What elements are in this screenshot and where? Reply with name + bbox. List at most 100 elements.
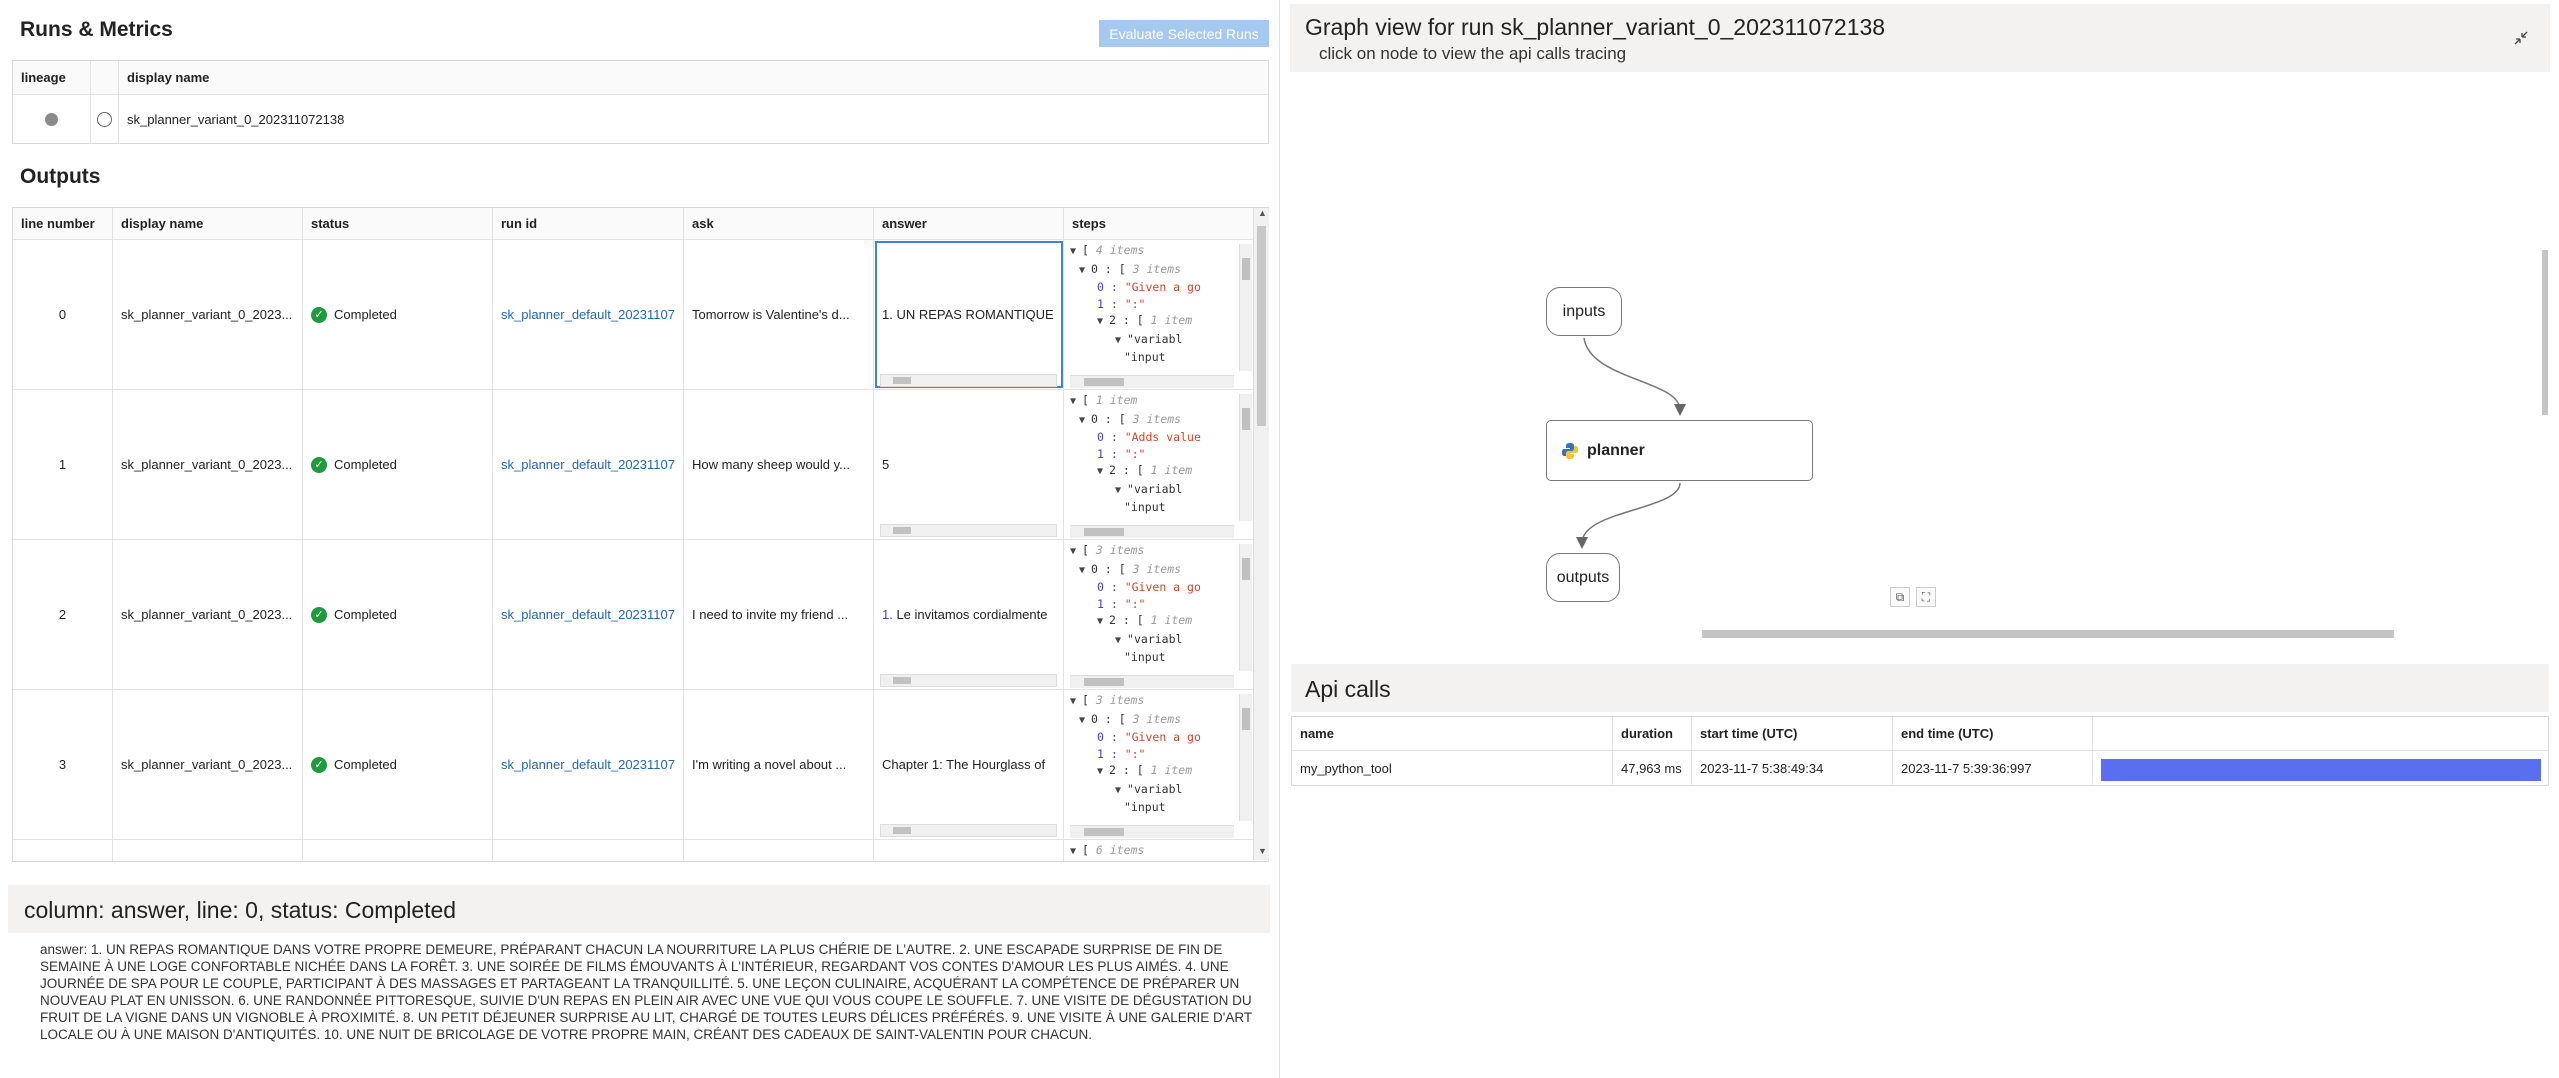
graph-node-planner[interactable]: planner (1546, 420, 1813, 481)
expand-caret-icon[interactable]: ▼ (1115, 485, 1127, 496)
expand-caret-icon[interactable]: ▼ (1115, 635, 1127, 646)
column-header-status[interactable]: status (303, 208, 493, 239)
table-row[interactable]: 3 sk_planner_variant_0_2023... ✓ Completed s… (13, 690, 1268, 840)
scrollbar-thumb[interactable] (1084, 378, 1124, 386)
scroll-up-icon[interactable]: ▲ (1258, 208, 1267, 218)
scrollbar-thumb[interactable] (1242, 408, 1250, 430)
ask-cell[interactable]: I'm writing a novel about ... (684, 690, 874, 839)
evaluate-selected-runs-button[interactable]: Evaluate Selected Runs (1099, 20, 1269, 47)
answer-horizontal-scrollbar[interactable] (880, 524, 1057, 537)
run-id-link[interactable] (493, 840, 684, 861)
column-header-answer[interactable]: answer (874, 208, 1064, 239)
run-id-link[interactable]: sk_planner_default_20231107 (493, 390, 684, 539)
steps-cell[interactable]: ▼ [ 1 item ▼ 0 : [ 3 items 0 : "Adds value… (1064, 390, 1254, 539)
column-header-duration[interactable]: duration (1613, 717, 1692, 750)
answer-cell[interactable] (874, 840, 1064, 861)
column-header-steps[interactable]: steps (1064, 208, 1254, 239)
ask-cell[interactable]: How many sheep would y... (684, 390, 874, 539)
scrollbar-thumb[interactable] (1084, 528, 1124, 536)
steps-horizontal-scrollbar[interactable] (1070, 525, 1234, 538)
run-id-text[interactable]: sk_planner_default_20231107 (501, 457, 675, 472)
expand-caret-icon[interactable]: ▼ (1115, 335, 1127, 346)
steps-horizontal-scrollbar[interactable] (1070, 825, 1234, 838)
scrollbar-thumb[interactable] (893, 377, 911, 384)
column-header-name[interactable]: name (1292, 717, 1613, 750)
column-header-ask[interactable]: ask (684, 208, 874, 239)
run-id-text[interactable]: sk_planner_default_20231107 (501, 607, 675, 622)
expand-caret-icon[interactable]: ▼ (1079, 565, 1091, 576)
expand-caret-icon[interactable]: ▼ (1115, 785, 1127, 796)
steps-vertical-scrollbar[interactable] (1239, 244, 1252, 371)
auto-layout-icon[interactable]: ⧉ (1890, 587, 1910, 607)
column-header-display-name[interactable]: display name (113, 208, 303, 239)
run-id-text[interactable]: sk_planner_default_20231107 (501, 757, 675, 772)
expand-caret-icon[interactable]: ▼ (1070, 396, 1082, 407)
table-row[interactable]: 2 sk_planner_variant_0_2023... ✓ Completed s… (13, 540, 1268, 690)
scroll-down-icon[interactable]: ▼ (1258, 846, 1267, 856)
column-header-start-time[interactable]: start time (UTC) (1692, 717, 1893, 750)
expand-caret-icon[interactable]: ▼ (1070, 846, 1082, 857)
steps-vertical-scrollbar[interactable] (1239, 694, 1252, 821)
scrollbar-thumb[interactable] (1242, 258, 1250, 280)
expand-caret-icon[interactable]: ▼ (1079, 415, 1091, 426)
column-header-line-number[interactable]: line number (13, 208, 113, 239)
collapse-icon[interactable] (2510, 27, 2532, 49)
steps-vertical-scrollbar[interactable] (1239, 394, 1252, 521)
column-header-end-time[interactable]: end time (UTC) (1893, 717, 2093, 750)
expand-caret-icon[interactable]: ▼ (1097, 766, 1109, 777)
steps-horizontal-scrollbar[interactable] (1070, 675, 1234, 688)
scrollbar-thumb[interactable] (893, 827, 911, 834)
answer-cell[interactable]: 1. UN REPAS ROMANTIQUE (874, 240, 1064, 389)
run-id-text[interactable]: sk_planner_default_20231107 (501, 307, 675, 322)
scrollbar-thumb[interactable] (1084, 828, 1124, 836)
scrollbar-thumb[interactable] (893, 527, 911, 534)
expand-caret-icon[interactable]: ▼ (1079, 265, 1091, 276)
column-header-run-id[interactable]: run id (493, 208, 684, 239)
table-row[interactable]: ▼ [ 6 items (13, 840, 1268, 861)
steps-json-viewer[interactable]: ▼ [ 3 items ▼ 0 : [ 3 items 0 : "Given a g… (1064, 690, 1236, 825)
graph-vertical-scrollbar[interactable] (2542, 250, 2548, 415)
answer-horizontal-scrollbar[interactable] (880, 824, 1057, 837)
run-id-link[interactable]: sk_planner_default_20231107 (493, 240, 684, 389)
run-select-radio[interactable] (97, 112, 112, 127)
steps-cell[interactable]: ▼ [ 3 items ▼ 0 : [ 3 items 0 : "Given a g… (1064, 540, 1254, 689)
run-id-link[interactable]: sk_planner_default_20231107 (493, 690, 684, 839)
answer-cell[interactable]: Chapter 1: The Hourglass of (874, 690, 1064, 839)
expand-caret-icon[interactable]: ▼ (1079, 715, 1091, 726)
expand-caret-icon[interactable]: ▼ (1070, 546, 1082, 557)
runs-table-row[interactable]: sk_planner_variant_0_202311072138 (13, 95, 1268, 144)
scrollbar-thumb[interactable] (1257, 226, 1266, 426)
scrollbar-thumb[interactable] (1084, 678, 1124, 686)
steps-cell[interactable]: ▼ [ 6 items (1064, 840, 1254, 861)
graph-horizontal-scrollbar[interactable] (1702, 630, 2394, 638)
steps-json-viewer[interactable]: ▼ [ 1 item ▼ 0 : [ 3 items 0 : "Adds value… (1064, 390, 1236, 525)
answer-horizontal-scrollbar[interactable] (880, 674, 1057, 687)
ask-cell[interactable]: I need to invite my friend ... (684, 540, 874, 689)
ask-cell[interactable] (684, 840, 874, 861)
steps-json-viewer[interactable]: ▼ [ 3 items ▼ 0 : [ 3 items 0 : "Given a g… (1064, 540, 1236, 675)
steps-horizontal-scrollbar[interactable] (1070, 375, 1234, 388)
expand-caret-icon[interactable]: ▼ (1097, 466, 1109, 477)
ask-cell[interactable]: Tomorrow is Valentine's d... (684, 240, 874, 389)
scrollbar-thumb[interactable] (1242, 708, 1250, 730)
graph-node-inputs[interactable]: inputs (1546, 287, 1622, 336)
column-header-display-name[interactable]: display name (119, 61, 1269, 94)
steps-json-viewer[interactable]: ▼ [ 6 items (1064, 840, 1236, 861)
answer-cell[interactable]: 5 (874, 390, 1064, 539)
steps-json-viewer[interactable]: ▼ [ 4 items ▼ 0 : [ 3 items 0 : "Given a g… (1064, 240, 1236, 375)
expand-caret-icon[interactable]: ▼ (1097, 616, 1109, 627)
table-row[interactable]: 0 sk_planner_variant_0_2023... ✓ Completed s… (13, 240, 1268, 390)
fit-view-icon[interactable]: ⛶ (1916, 587, 1936, 607)
api-call-row[interactable]: my_python_tool 47,963 ms 2023-11-7 5:38:… (1292, 751, 2548, 786)
graph-node-outputs[interactable]: outputs (1546, 553, 1620, 602)
run-id-link[interactable]: sk_planner_default_20231107 (493, 540, 684, 689)
steps-vertical-scrollbar[interactable] (1239, 544, 1252, 671)
outputs-vertical-scrollbar[interactable]: ▲ ▼ (1253, 208, 1269, 860)
steps-cell[interactable]: ▼ [ 3 items ▼ 0 : [ 3 items 0 : "Given a g… (1064, 690, 1254, 839)
scrollbar-thumb[interactable] (893, 677, 911, 684)
table-row[interactable]: 1 sk_planner_variant_0_2023... ✓ Completed s… (13, 390, 1268, 540)
expand-caret-icon[interactable]: ▼ (1070, 696, 1082, 707)
scrollbar-thumb[interactable] (1242, 558, 1250, 580)
expand-caret-icon[interactable]: ▼ (1070, 246, 1082, 257)
steps-cell[interactable]: ▼ [ 4 items ▼ 0 : [ 3 items 0 : "Given a g… (1064, 240, 1254, 389)
